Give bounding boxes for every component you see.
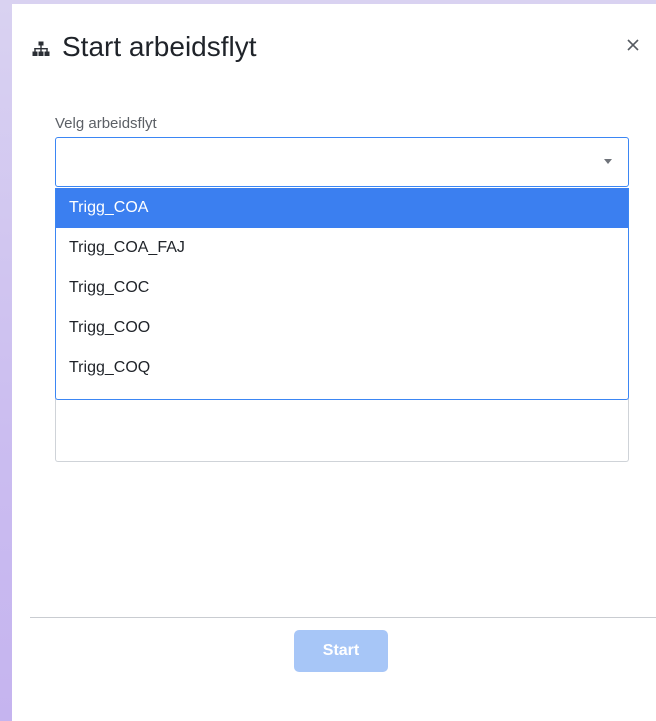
workflow-hierarchy-icon bbox=[32, 41, 50, 57]
dialog-header: Start arbeidsflyt bbox=[12, 4, 656, 94]
workflow-option[interactable]: Trigg_COC bbox=[56, 268, 628, 308]
start-workflow-dialog: Start arbeidsflyt Velg arbeidsflyt Trigg… bbox=[12, 4, 656, 721]
select-workflow-label: Velg arbeidsflyt bbox=[55, 115, 157, 132]
close-icon[interactable] bbox=[622, 34, 644, 56]
workflow-option[interactable]: Trigg_COA_FAJ bbox=[56, 228, 628, 268]
footer-divider bbox=[30, 617, 656, 618]
start-button[interactable]: Start bbox=[294, 630, 388, 672]
workflow-select[interactable] bbox=[55, 137, 629, 187]
workflow-dropdown-list: Trigg_COA Trigg_COA_FAJ Trigg_COC Trigg_COO… bbox=[55, 188, 629, 400]
workflow-option[interactable]: Trigg_COQ bbox=[56, 348, 628, 388]
description-field[interactable] bbox=[55, 398, 629, 462]
workflow-option[interactable]: Trigg_COO bbox=[56, 308, 628, 348]
workflow-option[interactable]: Trigg_COA bbox=[56, 188, 628, 228]
dialog-title: Start arbeidsflyt bbox=[62, 31, 257, 62]
chevron-down-icon[interactable] bbox=[604, 159, 612, 164]
